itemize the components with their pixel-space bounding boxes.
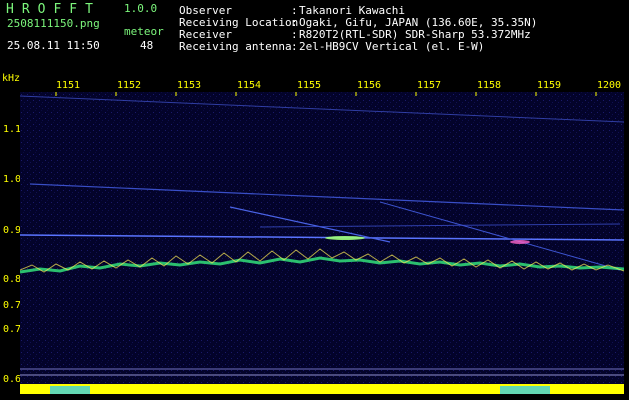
- app-version: 1.0.0: [124, 2, 158, 15]
- meteor-echo: [325, 236, 365, 240]
- level-bar-segment: [50, 386, 90, 394]
- y-tick-label: 0.8: [3, 274, 22, 285]
- app-brand: HROFFT: [6, 2, 101, 17]
- y-tick-label: 0.7: [3, 324, 22, 335]
- info-separator: :: [291, 40, 298, 53]
- x-tick-label: 1157: [417, 80, 442, 91]
- y-tick-label: 0.9: [3, 225, 22, 236]
- x-tick-label: 1154: [237, 80, 262, 91]
- spectrogram-canvas: [19, 92, 625, 394]
- x-tick-label: 1200: [597, 80, 622, 91]
- noise-background: [20, 92, 624, 394]
- spectrogram-plot: [19, 92, 625, 394]
- x-tick-label: 1152: [117, 80, 142, 91]
- capture-datetime: 25.08.11 11:50: [7, 39, 100, 52]
- x-tick-label: 1153: [177, 80, 202, 91]
- x-tick-label: 1158: [477, 80, 502, 91]
- y-tick-label: 1.0: [3, 174, 22, 185]
- x-tick-label: 1155: [297, 80, 322, 91]
- y-tick-label: 1.1: [3, 124, 22, 135]
- meteor-count: 48: [140, 39, 154, 52]
- y-tick-label: 0.6: [3, 374, 22, 385]
- meteor-label: meteor: [124, 25, 164, 38]
- x-tick-label: 1151: [56, 80, 81, 91]
- meteor-echo: [510, 240, 530, 244]
- level-bar-segment: [500, 386, 550, 394]
- y-axis-unit-label: kHz: [2, 73, 21, 84]
- image-filename: 2508111150.png: [7, 17, 100, 30]
- x-tick-label: 1156: [357, 80, 382, 91]
- info-label-antenna: Receiving antenna: [179, 40, 292, 53]
- info-value-antenna: 2el-HB9CV Vertical (el. E-W): [299, 40, 485, 53]
- x-tick-label: 1159: [537, 80, 562, 91]
